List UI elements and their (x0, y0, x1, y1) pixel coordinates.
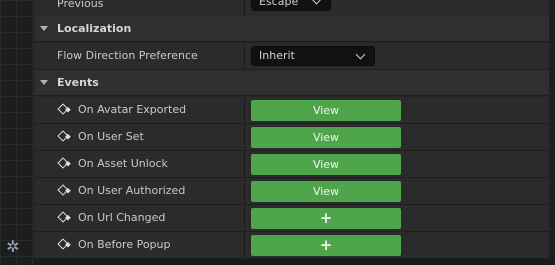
column-divider (244, 43, 245, 70)
event-row: On User Authorized View (34, 178, 555, 205)
event-row: On Asset Unlock View (34, 151, 555, 178)
event-pin-icon (57, 211, 69, 223)
event-label: On Before Popup (78, 238, 171, 251)
category-label: Events (57, 76, 99, 89)
event-row: On Url Changed + (34, 205, 555, 232)
event-row: On Avatar Exported View (34, 97, 555, 124)
chevron-down-icon (355, 49, 366, 60)
chevron-down-icon (40, 80, 48, 85)
column-divider (244, 178, 245, 205)
event-pin-icon (57, 130, 69, 142)
column-divider (244, 151, 245, 178)
scrollbar[interactable] (549, 0, 555, 265)
category-localization[interactable]: Localization (34, 16, 555, 42)
view-button[interactable]: View (251, 181, 401, 202)
graph-canvas-strip (0, 0, 34, 265)
flow-direction-combo[interactable]: Inherit (251, 46, 375, 66)
event-pin-icon (57, 238, 69, 250)
event-label: On Asset Unlock (78, 157, 168, 170)
property-row-flow-direction: Flow Direction Preference Inherit (34, 43, 555, 70)
event-label: On Url Changed (78, 211, 166, 224)
add-binding-button[interactable]: + (251, 235, 401, 256)
column-divider (244, 232, 245, 259)
view-button[interactable]: View (251, 100, 401, 121)
combo-value: Escape (259, 0, 299, 8)
property-label-flow-direction: Flow Direction Preference (57, 49, 198, 62)
event-pin-icon (57, 184, 69, 196)
gear-icon[interactable]: ✲ (4, 238, 22, 256)
combo-value: Inherit (259, 49, 295, 62)
category-events[interactable]: Events (34, 70, 555, 96)
event-row: On Before Popup + (34, 232, 555, 259)
column-divider (244, 97, 245, 124)
panel-bottom-edge (34, 259, 555, 265)
add-binding-button[interactable]: + (251, 208, 401, 229)
event-pin-icon (57, 103, 69, 115)
previous-key-combo[interactable]: Escape (251, 0, 331, 11)
view-button[interactable]: View (251, 127, 401, 148)
property-label-previous: Previous (57, 0, 104, 10)
event-label: On Avatar Exported (78, 103, 187, 116)
chevron-down-icon (40, 26, 48, 31)
event-row: On User Set View (34, 124, 555, 151)
column-divider (244, 124, 245, 151)
category-label: Localization (57, 22, 132, 35)
details-panel: Previous Escape Localization Flow Direct… (34, 0, 555, 265)
event-pin-icon (57, 157, 69, 169)
view-button[interactable]: View (251, 154, 401, 175)
chevron-down-icon (311, 0, 322, 5)
column-divider (244, 205, 245, 232)
event-label: On User Set (78, 130, 144, 143)
event-label: On User Authorized (78, 184, 186, 197)
